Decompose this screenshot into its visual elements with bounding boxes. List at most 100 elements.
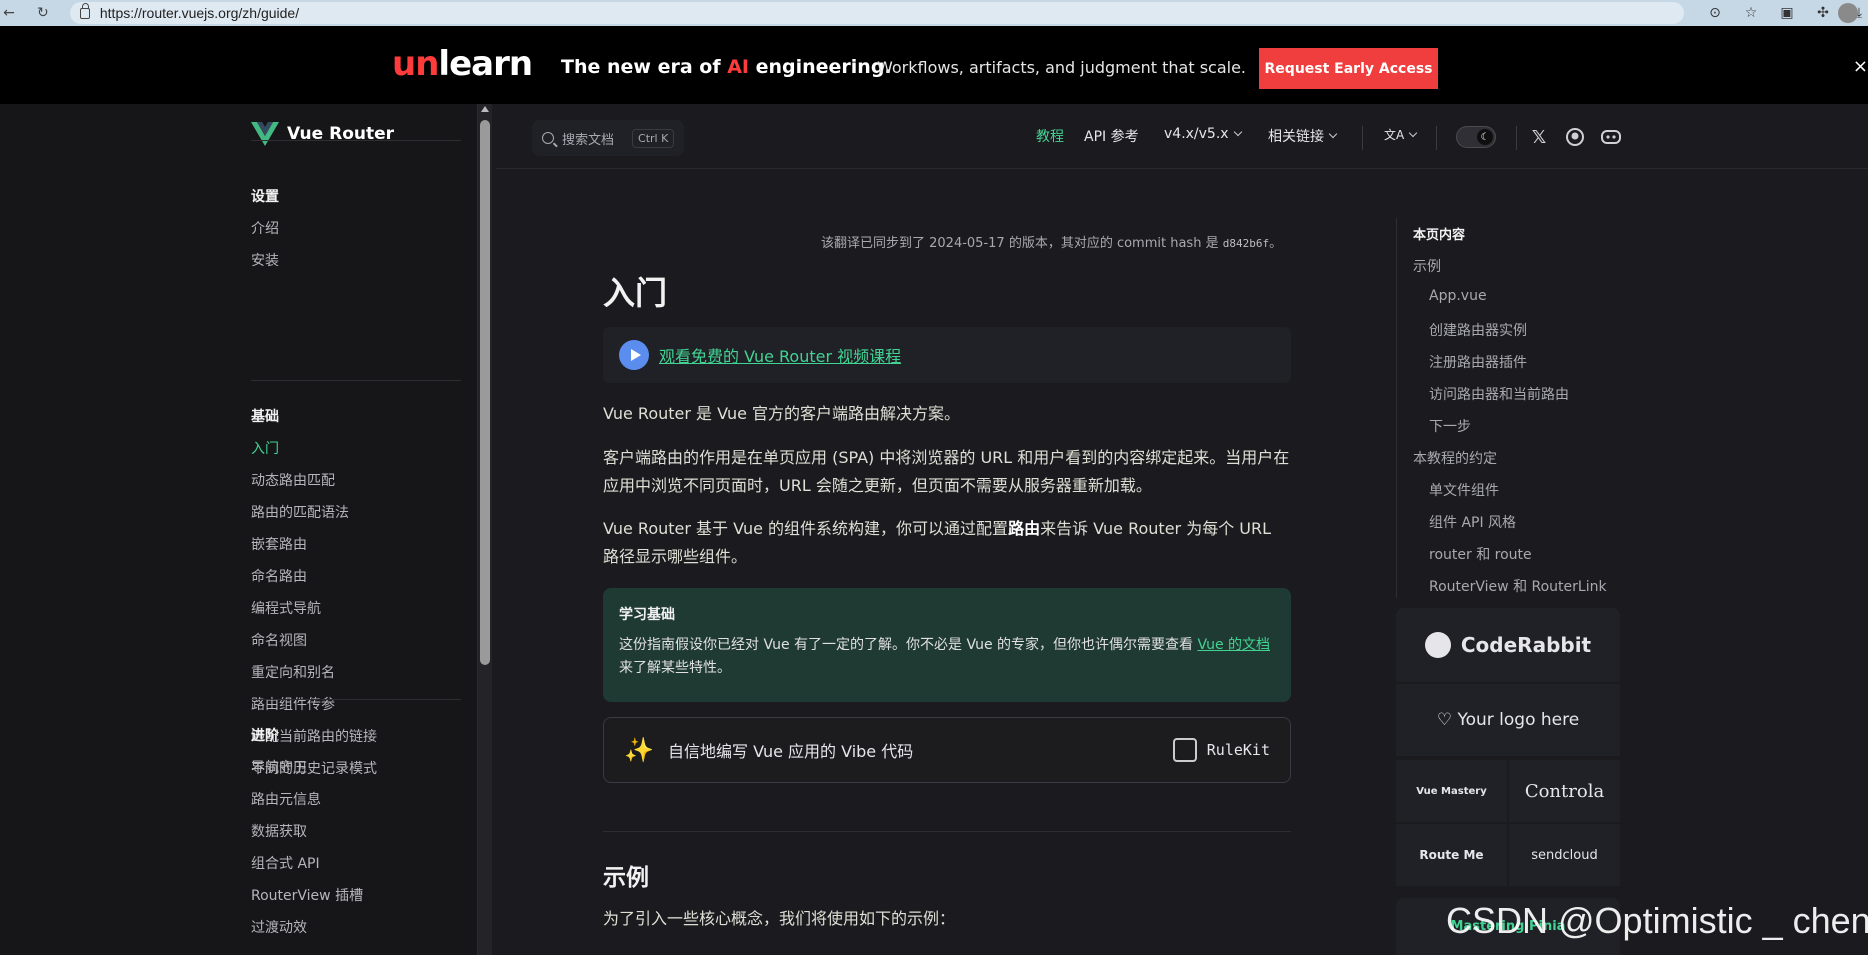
sidebar-item[interactable]: 路由的匹配语法 (251, 502, 349, 522)
vibe-code-ad[interactable]: ✨ 自信地编写 Vue 应用的 Vibe 代码 RuleKit (603, 717, 1291, 783)
sidebar-divider (251, 380, 461, 381)
profile-icon[interactable] (1838, 3, 1858, 23)
rulekit-icon (1172, 738, 1197, 762)
banner-headline: The new era of AI engineering. (561, 56, 892, 78)
close-icon[interactable]: × (1853, 56, 1868, 77)
csdn-watermark: CSDN @Optimistic _ chen (1446, 900, 1868, 941)
nav-version[interactable]: v4.x/v5.x (1164, 126, 1242, 142)
sidebar-item[interactable]: 入门 (251, 438, 279, 458)
toc-item[interactable]: 创建路由器实例 (1429, 320, 1527, 340)
chevron-down-icon (1328, 129, 1338, 139)
sidebar-item[interactable]: 路由元信息 (251, 789, 321, 809)
sponsor-sendcloud[interactable]: sendcloud (1509, 824, 1620, 886)
vue-logo-icon (251, 122, 279, 146)
toc-item[interactable]: 单文件组件 (1429, 480, 1499, 500)
nav-related[interactable]: 相关链接 (1268, 126, 1338, 146)
toc-item[interactable]: App.vue (1429, 288, 1487, 304)
scroll-up-icon[interactable] (481, 106, 489, 112)
toc-item[interactable]: 注册路由器插件 (1429, 352, 1527, 372)
translate-icon: 文A (1384, 128, 1405, 142)
page-title: 入门 (603, 274, 668, 312)
extension-icon[interactable]: ▣ (1778, 4, 1796, 22)
commit-hash: d842b6f (1222, 237, 1270, 250)
sponsor-your-logo[interactable]: ♡ Your logo here (1396, 684, 1620, 756)
brand-name: Vue Router (287, 124, 395, 144)
reader-icon[interactable]: ⊙ (1706, 4, 1724, 22)
top-navbar: 搜索文档 Ctrl K 教程 API 参考 v4.x/v5.x 相关链接 文A … (496, 104, 1868, 169)
nav-api[interactable]: API 参考 (1084, 126, 1139, 146)
table-of-contents: 本页内容 示例 App.vue 创建路由器实例 注册路由器插件 访问路由器和当前路由 下一… (1396, 218, 1620, 598)
chevron-down-icon (1408, 128, 1418, 137)
sidebar-item[interactable]: 数据获取 (251, 821, 307, 841)
translation-sync-note: 该翻译已同步到了 2024-05-17 的版本，其对应的 commit hash… (821, 236, 1283, 251)
play-icon[interactable] (619, 340, 649, 370)
address-bar[interactable]: https://router.vuejs.org/zh/guide/ (69, 2, 1684, 24)
sidebar-item[interactable]: 命名路由 (251, 566, 307, 586)
tip-title: 学习基础 (619, 607, 675, 623)
video-course-link[interactable]: 观看免费的 Vue Router 视频课程 (659, 343, 901, 367)
toc-item[interactable]: 本教程的约定 (1413, 448, 1497, 468)
toc-item[interactable]: 组件 API 风格 (1429, 512, 1516, 532)
sidebar-item[interactable]: 编程式导航 (251, 598, 321, 618)
address-url[interactable]: https://router.vuejs.org/zh/guide/ (100, 5, 299, 21)
browser-toolbar: ← ↻ https://router.vuejs.org/zh/guide/ ⊙… (0, 0, 1868, 26)
search-icon (542, 132, 554, 144)
section-heading-example: 示例 (603, 865, 649, 891)
spa-paragraph: 客户端路由的作用是在单页应用 (SPA) 中将浏览器的 URL 和用户看到的内容… (603, 448, 1290, 495)
toc-item[interactable]: 访问路由器和当前路由 (1429, 384, 1569, 404)
star-icon[interactable]: ☆ (1742, 4, 1760, 22)
sidebar-group-title: 进阶 (251, 728, 279, 744)
toc-item[interactable]: 下一步 (1429, 416, 1471, 436)
sponsor-routeme[interactable]: Route Me (1396, 824, 1507, 886)
dark-mode-toggle[interactable]: ☾ (1456, 126, 1496, 148)
vibe-ad-text: 自信地编写 Vue 应用的 Vibe 代码 (668, 742, 914, 761)
sidebar-item[interactable]: 路由组件传参 (251, 694, 335, 714)
nav-divider (1362, 126, 1363, 150)
sidebar-item[interactable]: 过渡动效 (251, 917, 307, 937)
github-icon[interactable] (1564, 126, 1586, 148)
back-icon[interactable]: ← (0, 2, 18, 24)
sidebar-item[interactable]: 重定向和别名 (251, 662, 335, 682)
sidebar-item[interactable]: 介绍 (251, 218, 279, 238)
sidebar-scrollbar[interactable] (478, 104, 492, 955)
puzzle-icon[interactable]: ✣ (1814, 4, 1832, 22)
rulekit-name: RuleKit (1206, 741, 1270, 759)
video-course-box[interactable]: 观看免费的 Vue Router 视频课程 (603, 327, 1291, 383)
toc-item[interactable]: router 和 route (1429, 544, 1532, 564)
toc-item[interactable]: RouterView 和 RouterLink (1429, 576, 1607, 596)
discord-icon[interactable] (1600, 126, 1622, 148)
sidebar-item[interactable]: 安装 (251, 250, 279, 270)
sidebar-item[interactable]: 组合式 API (251, 853, 320, 873)
request-early-access-button[interactable]: Request Early Access (1259, 48, 1438, 89)
example-paragraph: 为了引入一些核心概念，我们将使用如下的示例： (603, 909, 956, 928)
chevron-down-icon (1233, 127, 1242, 137)
sidebar-item[interactable]: 命名视图 (251, 630, 307, 650)
reload-icon[interactable]: ↻ (34, 2, 52, 24)
sidebar-item[interactable]: RouterView 插槽 (251, 885, 363, 905)
tip-box: 学习基础 这份指南假设你已经对 Vue 有了一定的了解。你不必是 Vue 的专家… (603, 588, 1291, 702)
vue-docs-link[interactable]: Vue 的文档 (1197, 637, 1270, 653)
search-shortcut: Ctrl K (632, 128, 675, 148)
sponsor-controla[interactable]: Controla (1509, 760, 1620, 822)
sponsor-vuemastery[interactable]: Vue Mastery (1396, 760, 1507, 822)
search-button[interactable]: 搜索文档 Ctrl K (532, 120, 684, 156)
brand-link[interactable]: Vue Router (251, 122, 394, 146)
moon-icon: ☾ (1477, 129, 1493, 145)
search-placeholder: 搜索文档 (562, 132, 615, 148)
sidebar-item[interactable]: 嵌套路由 (251, 534, 307, 554)
nav-tutorial[interactable]: 教程 (1036, 126, 1064, 146)
translate-button[interactable]: 文A (1384, 126, 1418, 143)
sidebar-item[interactable]: 动态路由匹配 (251, 470, 335, 490)
intro-paragraph: Vue Router 是 Vue 官方的客户端路由解决方案。 (603, 404, 961, 423)
scroll-thumb[interactable] (480, 120, 490, 665)
sidebar-item[interactable]: 导航守卫 (251, 757, 307, 777)
section-divider (603, 831, 1291, 832)
unlearn-logo[interactable]: unlearn (392, 44, 533, 84)
sidebar: Vue Router 设置 介绍 安装 基础 入门 动态路由匹配 路由的匹配语法 嵌套路由 命名… (0, 104, 478, 955)
x-icon[interactable]: 𝕏 (1528, 126, 1550, 148)
nav-divider (1436, 126, 1437, 150)
toc-item[interactable]: 示例 (1413, 256, 1441, 276)
nav-divider (1516, 126, 1517, 150)
tip-body: 这份指南假设你已经对 Vue 有了一定的了解。你不必是 Vue 的专家，但你也许… (619, 637, 1271, 676)
sponsor-coderabbit[interactable]: CodeRabbit (1396, 608, 1620, 682)
